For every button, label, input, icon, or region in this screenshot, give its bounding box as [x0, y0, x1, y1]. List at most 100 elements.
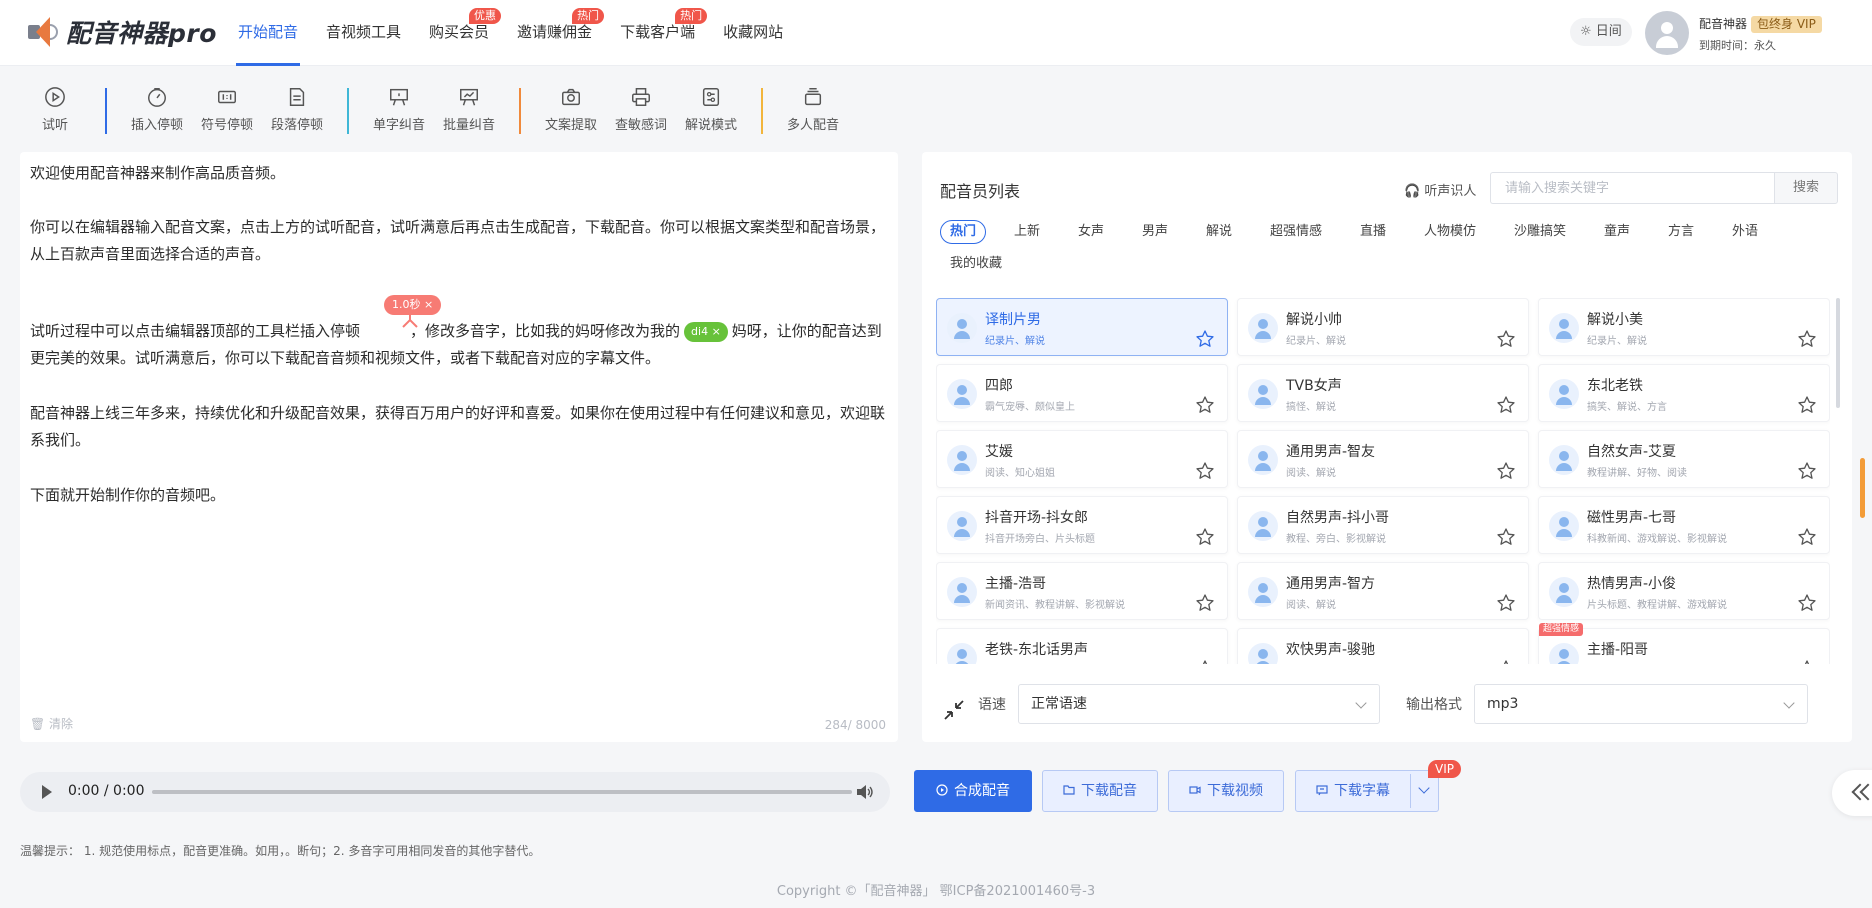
download-subtitle-button[interactable]: 下载字幕: [1295, 770, 1439, 812]
category-dialect[interactable]: 方言: [1668, 221, 1694, 245]
page-scroll-indicator[interactable]: [1860, 458, 1865, 518]
voice-card[interactable]: 抖音开场-抖女郎抖音开场旁白、片头标题: [936, 496, 1228, 554]
symbol-pause-button[interactable]: 符号停顿: [192, 86, 262, 133]
voice-card[interactable]: 东北老铁 搞笑、解说、方言: [1538, 364, 1830, 422]
voice-name: 自然女声-艾夏: [1587, 444, 1677, 460]
star-icon[interactable]: [1496, 527, 1516, 547]
voice-card[interactable]: 通用男声-智方 阅读、解说: [1237, 562, 1529, 620]
star-icon[interactable]: [1496, 329, 1516, 349]
star-icon[interactable]: [1797, 527, 1817, 547]
listen-identify-button[interactable]: 🎧 听声识人: [1404, 180, 1476, 199]
star-icon[interactable]: [1797, 461, 1817, 481]
category-new[interactable]: 上新: [1014, 221, 1040, 245]
download-audio-button[interactable]: 下载配音: [1042, 770, 1158, 812]
batch-pinyin-button[interactable]: 批量纠音: [434, 86, 504, 133]
category-female[interactable]: 女声: [1078, 221, 1104, 245]
category-live[interactable]: 直播: [1360, 221, 1386, 245]
download-video-button[interactable]: 下载视频: [1168, 770, 1284, 812]
paragraph-text: 试听过程中可以点击编辑器顶部的工具栏插入停顿 ，修改多音字，比如我的妈呀修改为我的…: [20, 318, 898, 372]
document-icon: [289, 88, 305, 106]
category-funny[interactable]: 沙雕搞笑: [1514, 221, 1566, 245]
editor-toolbar: 试听 插入停顿 符号停顿 段落停顿 单字纠音 批量纠音 文案提取 查敏感词 解说…: [0, 66, 1872, 142]
category-imitation[interactable]: 人物模仿: [1424, 221, 1476, 245]
category-hot[interactable]: 热门: [940, 220, 987, 244]
voice-card[interactable]: 磁性男声-七哥 科教新闻、游戏解说、影视解说: [1538, 496, 1830, 554]
preview-button[interactable]: 试听: [20, 86, 90, 133]
progress-bar[interactable]: [152, 790, 852, 794]
star-icon[interactable]: [1195, 461, 1215, 481]
nav-av-tools[interactable]: 音视频工具: [312, 0, 415, 66]
star-icon[interactable]: [1195, 527, 1215, 547]
voice-card[interactable]: 自然男声-抖小哥 教程、旁白、影视解说: [1237, 496, 1529, 554]
category-foreign[interactable]: 外语: [1732, 221, 1758, 245]
paragraph-pause-button[interactable]: 段落停顿: [262, 86, 332, 133]
voice-name: 解说小美: [1587, 312, 1643, 328]
button-label: 下载字幕: [1334, 783, 1390, 799]
search-input[interactable]: [1490, 172, 1774, 204]
category-narration[interactable]: 解说: [1206, 221, 1232, 245]
speed-select[interactable]: 正常语速: [1018, 684, 1380, 724]
play-icon[interactable]: [42, 785, 52, 799]
star-icon[interactable]: [1496, 593, 1516, 613]
category-emotion[interactable]: 超强情感: [1270, 221, 1322, 245]
multi-voice-button[interactable]: 多人配音: [778, 86, 848, 133]
nav-start-dubbing[interactable]: 开始配音: [224, 0, 312, 66]
voice-card[interactable]: 自然女声-艾夏 教程讲解、好物、阅读: [1538, 430, 1830, 488]
category-favorites[interactable]: 我的收藏: [950, 253, 1002, 277]
nav-buy-membership[interactable]: 购买会员 优惠: [415, 0, 503, 66]
category-male[interactable]: 男声: [1142, 221, 1168, 245]
voice-avatar-icon: [1248, 313, 1278, 343]
voice-card[interactable]: 老铁-东北话男声: [936, 628, 1228, 664]
clear-button[interactable]: 🗑 清除: [30, 715, 73, 732]
format-select[interactable]: mp3: [1474, 684, 1808, 724]
star-icon[interactable]: [1797, 395, 1817, 415]
voice-card[interactable]: TVB女声 搞怪、解说: [1237, 364, 1529, 422]
star-icon[interactable]: [1797, 329, 1817, 349]
nav-bookmark-site[interactable]: 收藏网站: [709, 0, 797, 66]
nav-label: 下载客户端: [620, 23, 696, 41]
user-name-text: 配音神器: [1699, 17, 1748, 31]
voice-card[interactable]: 译制片男 纪录片、解说: [936, 298, 1228, 356]
pinyin-tag[interactable]: di4 ×: [684, 322, 728, 342]
voice-card[interactable]: 通用男声-智友 阅读、解说: [1237, 430, 1529, 488]
star-icon[interactable]: [1496, 395, 1516, 415]
synthesize-button[interactable]: 合成配音: [914, 770, 1032, 812]
voice-card[interactable]: 四郎 霸气宠辱、颇似皇上: [936, 364, 1228, 422]
voice-tags: 抖音开场旁白、片头标题: [985, 534, 1095, 545]
star-icon[interactable]: [1496, 461, 1516, 481]
pause-tag[interactable]: 1.0秒 ×: [384, 295, 442, 315]
printer-icon: [632, 88, 650, 106]
theme-toggle-button[interactable]: ☼ 日间: [1570, 18, 1632, 46]
time-display: 0:00 / 0:00: [68, 783, 145, 799]
voice-card[interactable]: 主播-阳哥 超强情感: [1538, 623, 1830, 664]
volume-icon[interactable]: [856, 784, 874, 800]
text-extract-button[interactable]: 文案提取: [536, 86, 606, 133]
sensitive-check-button[interactable]: 查敏感词: [606, 86, 676, 133]
nav-download-client[interactable]: 下载客户端 热门: [606, 0, 709, 66]
voice-card[interactable]: 热情男声-小俊 片头标题、教程讲解、游戏解说: [1538, 562, 1830, 620]
voice-card[interactable]: 解说小美 纪录片、解说: [1538, 298, 1830, 356]
star-icon[interactable]: [1195, 329, 1215, 349]
logo[interactable]: 配音神器pro: [28, 14, 217, 50]
star-icon[interactable]: [1195, 593, 1215, 613]
single-pinyin-button[interactable]: 单字纠音: [364, 86, 434, 133]
speaker-logo-icon: [28, 15, 58, 49]
star-icon[interactable]: [1195, 395, 1215, 415]
voice-list-scrollbar[interactable]: [1836, 298, 1840, 408]
narration-mode-button[interactable]: 解说模式: [676, 86, 746, 133]
nav-invite[interactable]: 邀请赚佣金 热门: [503, 0, 606, 66]
voice-card[interactable]: 主播-浩哥 新闻资讯、教程讲解、影视解说: [936, 562, 1228, 620]
search-button[interactable]: 搜索: [1774, 172, 1838, 204]
voice-card[interactable]: 艾媛 阅读、知心姐姐: [936, 430, 1228, 488]
category-child[interactable]: 童声: [1604, 221, 1630, 245]
text-editor[interactable]: 欢迎使用配音神器来制作高品质音频。 你可以在编辑器输入配音文案，点击上方的试听配…: [20, 152, 898, 742]
speed-label: 语速: [978, 697, 1006, 713]
star-icon[interactable]: [1797, 593, 1817, 613]
collapse-icon[interactable]: [942, 698, 966, 722]
voice-name: 抖音开场-抖女郎: [985, 510, 1089, 526]
voice-card[interactable]: 解说小帅 纪录片、解说: [1237, 298, 1529, 356]
insert-pause-button[interactable]: 插入停顿: [122, 86, 192, 133]
avatar[interactable]: [1645, 11, 1689, 55]
voice-card[interactable]: 欢快男声-骏驰: [1237, 628, 1529, 664]
side-collapse-button[interactable]: [1832, 770, 1872, 816]
